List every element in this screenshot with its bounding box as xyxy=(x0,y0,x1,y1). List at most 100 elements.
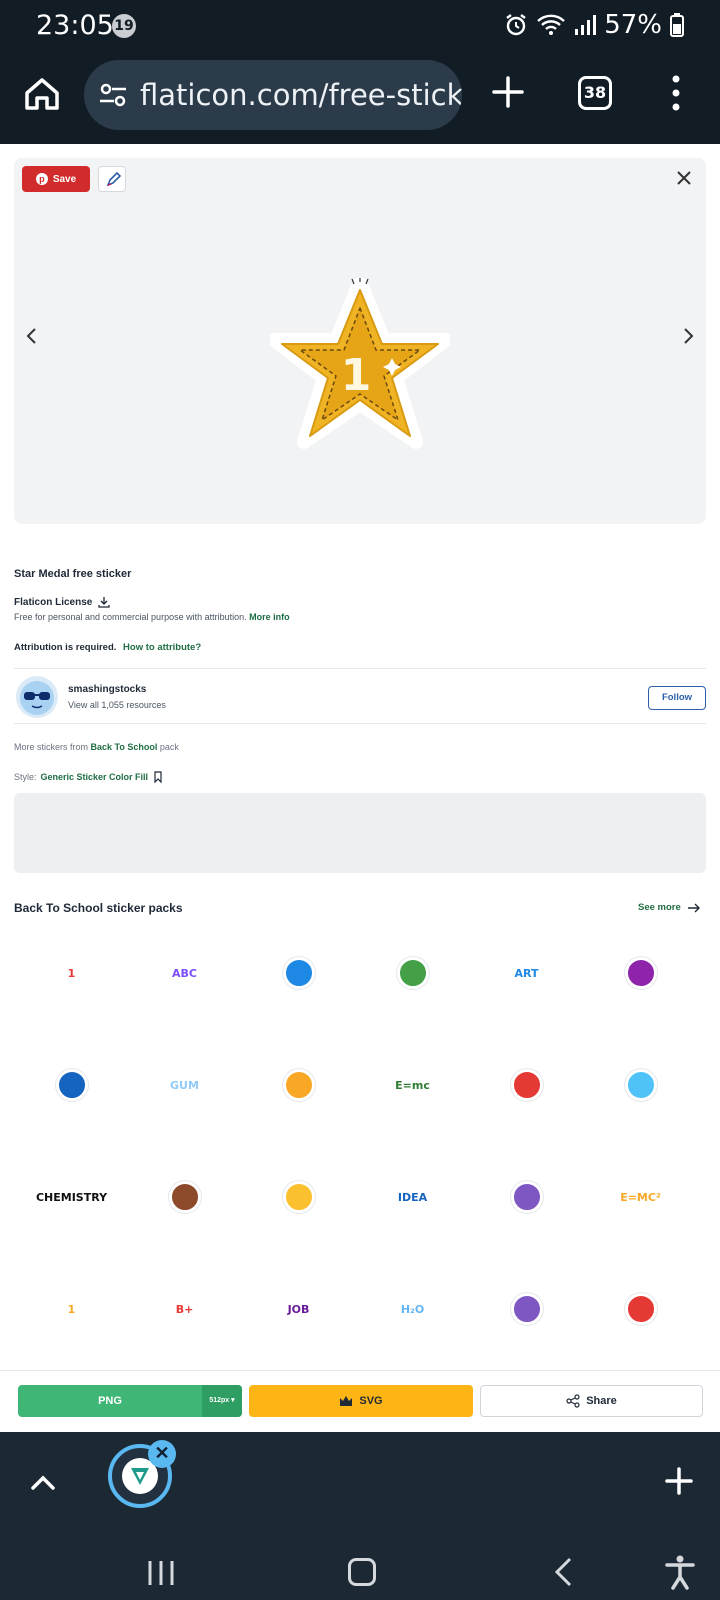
sticker-tile[interactable] xyxy=(241,918,356,1028)
pinterest-icon: p xyxy=(35,173,48,185)
scissors-sticker xyxy=(510,1181,543,1213)
sticker-tile[interactable] xyxy=(469,1030,584,1140)
download-license-icon[interactable] xyxy=(98,596,111,608)
browser-bottom-bar: ✕ xyxy=(0,1432,720,1542)
alarm-clock-sticker xyxy=(282,957,315,989)
status-time: 23:05 xyxy=(36,10,114,41)
back-icon[interactable] xyxy=(552,1556,576,1588)
battery-icon xyxy=(670,13,684,37)
sticker-tile[interactable]: 1 xyxy=(14,918,129,1028)
bubble-close-button[interactable]: ✕ xyxy=(148,1440,176,1468)
sticker-tile[interactable] xyxy=(355,918,470,1028)
ruler-pen-sticker xyxy=(510,1293,543,1325)
png-label: PNG xyxy=(98,1395,122,1407)
chemistry-text-sticker: CHEMISTRY xyxy=(35,1190,108,1204)
site-settings-icon[interactable] xyxy=(98,80,128,110)
see-more-label: See more xyxy=(638,902,681,913)
crown-icon xyxy=(340,1396,353,1406)
sticker-tile[interactable] xyxy=(583,1254,698,1364)
accessibility-icon[interactable] xyxy=(664,1554,696,1590)
sticker-tile[interactable] xyxy=(14,1030,129,1140)
close-icon[interactable] xyxy=(674,168,694,188)
style-label: Style: xyxy=(14,772,37,782)
sticker-tile[interactable]: JOB xyxy=(241,1254,356,1364)
attribution-required-text: Attribution is required. xyxy=(14,642,117,653)
clipboard-good-sticker xyxy=(168,1181,201,1213)
pack-link[interactable]: Back To School xyxy=(91,742,158,752)
style-link[interactable]: Generic Sticker Color Fill xyxy=(41,772,149,782)
more-info-link[interactable]: More info xyxy=(249,612,290,622)
sticker-tile[interactable]: IDEA xyxy=(355,1142,470,1252)
sticker-tile[interactable] xyxy=(241,1142,356,1252)
packs-heading: Back To School sticker packs xyxy=(14,901,183,915)
target-sticker xyxy=(624,1293,657,1325)
license-description: Free for personal and commercial purpose… xyxy=(14,612,290,622)
divider xyxy=(14,723,706,724)
sticker-tile[interactable] xyxy=(469,1142,584,1252)
url-text[interactable]: flaticon.com/free-sticker xyxy=(140,78,462,112)
add-icon[interactable] xyxy=(664,1466,694,1496)
png-size-dropdown[interactable]: 512px ▾ xyxy=(202,1385,242,1417)
next-arrow-icon[interactable] xyxy=(680,326,696,346)
edit-button[interactable] xyxy=(98,166,126,192)
wifi-icon xyxy=(537,14,566,35)
sticker-tile[interactable]: E=MC² xyxy=(583,1142,698,1252)
author-resources-link[interactable]: View all 1,055 resources xyxy=(68,700,166,710)
save-label: Save xyxy=(52,173,77,185)
share-label: Share xyxy=(586,1395,617,1407)
sticker-tile[interactable] xyxy=(469,1254,584,1364)
home-icon[interactable] xyxy=(22,74,62,114)
avatar[interactable] xyxy=(16,676,58,718)
chevron-up-icon[interactable] xyxy=(28,1468,58,1498)
status-bar: 23:05 19 57% xyxy=(0,0,720,52)
signal-icon xyxy=(575,15,597,35)
emc2-sticker: E=MC² xyxy=(620,1190,661,1204)
sticker-tile[interactable]: GUM xyxy=(127,1030,242,1140)
sticker-tile[interactable] xyxy=(241,1030,356,1140)
share-button[interactable]: Share xyxy=(480,1385,703,1417)
sticker-tile[interactable]: H₂O xyxy=(355,1254,470,1364)
creative-idea-sticker: IDEA xyxy=(397,1190,428,1204)
arrow-right-icon xyxy=(687,903,700,912)
sticker-tile[interactable] xyxy=(127,1142,242,1252)
previous-arrow-icon[interactable] xyxy=(24,326,40,346)
battery-percent: 57% xyxy=(604,10,662,40)
h2o-sticker: H₂O xyxy=(400,1302,425,1316)
sticker-grid: 1 ABC ART GUM E=mc CHEMISTRY IDEA E=MC² 1 B+ JOB H₂… xyxy=(14,918,706,1352)
sticker-tile[interactable]: ART xyxy=(469,918,584,1028)
share-icon xyxy=(566,1394,580,1408)
ad-placeholder xyxy=(14,793,706,873)
medal-ribbon-sticker: 1 xyxy=(67,966,76,980)
sticker-tile[interactable] xyxy=(583,1030,698,1140)
bubble-gum-sticker: GUM xyxy=(170,1078,199,1092)
sticker-tile[interactable] xyxy=(583,918,698,1028)
png-download-button[interactable]: PNG 512px ▾ xyxy=(18,1385,242,1417)
sticker-tile[interactable]: 1 xyxy=(14,1254,129,1364)
more-prefix: More stickers from xyxy=(14,742,89,752)
address-bar[interactable]: flaticon.com/free-sticker xyxy=(84,60,462,130)
sticker-tile[interactable]: ABC xyxy=(127,918,242,1028)
home-nav-button[interactable] xyxy=(348,1558,376,1586)
more-stickers-line: More stickers from Back To School pack xyxy=(14,742,179,752)
star-medal-sticker-image: 1 xyxy=(270,278,450,449)
svg-download-button[interactable]: SVG xyxy=(249,1385,473,1417)
how-to-attribute-link[interactable]: How to attribute? xyxy=(123,642,201,653)
see-more-link[interactable]: See more xyxy=(638,902,701,913)
style-line: Style: Generic Sticker Color Fill xyxy=(14,771,164,783)
tab-switcher-button[interactable]: 38 xyxy=(578,76,612,110)
more-suffix: pack xyxy=(159,742,179,752)
pinterest-save-button[interactable]: p Save xyxy=(22,166,90,192)
bookmark-icon[interactable] xyxy=(152,771,164,783)
follow-button[interactable]: Follow xyxy=(648,686,706,710)
atom-sticker xyxy=(624,957,657,989)
sticker-tile[interactable]: B+ xyxy=(127,1254,242,1364)
sticker-tile[interactable]: E=mc xyxy=(355,1030,470,1140)
attribution-line: Attribution is required. How to attribut… xyxy=(14,642,201,653)
license-desc-text: Free for personal and commercial purpose… xyxy=(14,612,247,622)
author-name[interactable]: smashingstocks xyxy=(68,684,146,695)
more-menu-icon[interactable] xyxy=(664,72,688,114)
system-navigation-bar xyxy=(0,1542,720,1600)
recent-apps-icon[interactable] xyxy=(146,1558,176,1588)
new-tab-icon[interactable] xyxy=(488,72,528,112)
sticker-tile[interactable]: CHEMISTRY xyxy=(14,1142,129,1252)
